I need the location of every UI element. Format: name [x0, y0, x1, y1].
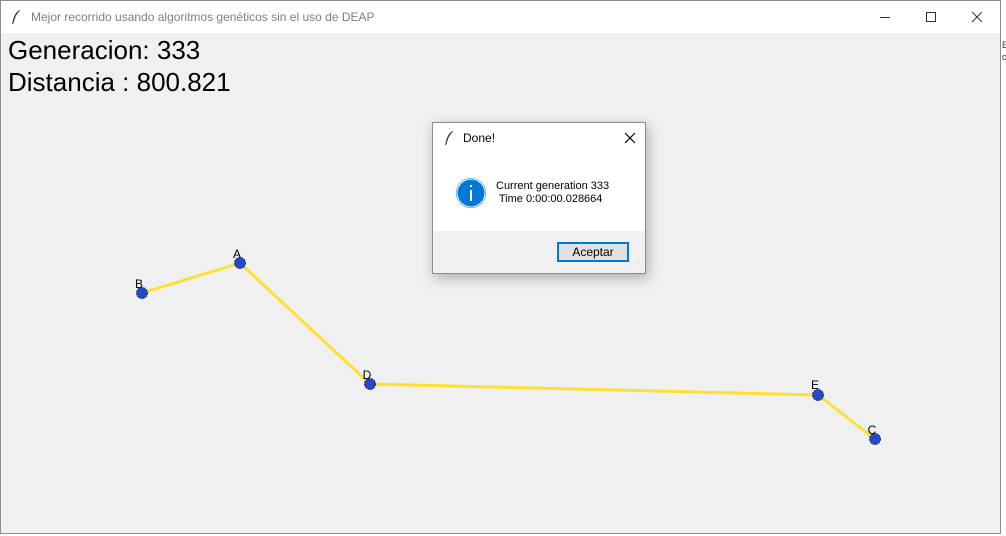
route-node-c: C — [868, 423, 881, 445]
done-dialog: Done! Current generation 333 Time 0:00:0… — [432, 122, 646, 274]
dialog-title: Done! — [463, 131, 496, 145]
route-canvas: Generacion: 333 Distancia : 800.821 B A … — [1, 33, 1000, 533]
route-plot: B A D E C — [135, 247, 881, 445]
dialog-close-icon[interactable] — [621, 129, 639, 147]
background-window-strip — [1001, 0, 1006, 536]
route-path — [141, 261, 876, 441]
background-text-fragment: E — [1002, 40, 1006, 50]
close-icon[interactable] — [954, 1, 1000, 33]
feather-icon — [1, 1, 31, 33]
maximize-icon[interactable] — [908, 1, 954, 33]
window-title: Mejor recorrido usando algoritmos genéti… — [31, 10, 375, 24]
dialog-message-line1: Current generation 333 — [496, 180, 610, 192]
dialog-title-bar[interactable]: Done! — [433, 123, 645, 153]
info-icon — [455, 177, 487, 209]
minimize-icon[interactable] — [862, 1, 908, 33]
route-node-d: D — [363, 368, 376, 390]
title-bar[interactable]: Mejor recorrido usando algoritmos genéti… — [1, 1, 1000, 33]
node-label-e: E — [811, 378, 819, 392]
node-label-c: C — [868, 423, 877, 437]
node-label-d: D — [363, 368, 372, 382]
node-label-a: A — [233, 247, 241, 261]
accept-button[interactable]: Aceptar — [557, 242, 629, 262]
route-node-e: E — [811, 378, 824, 401]
feather-icon — [437, 123, 461, 153]
dialog-message: Current generation 333 Time 0:00:00.0286… — [496, 180, 609, 206]
background-text-fragment: c — [1002, 52, 1006, 62]
dialog-message-line2: Time 0:00:00.028664 — [496, 193, 603, 205]
route-node-b: B — [135, 277, 148, 299]
window-controls — [862, 1, 1000, 33]
dialog-footer: Aceptar — [433, 231, 645, 273]
node-label-b: B — [135, 277, 143, 291]
